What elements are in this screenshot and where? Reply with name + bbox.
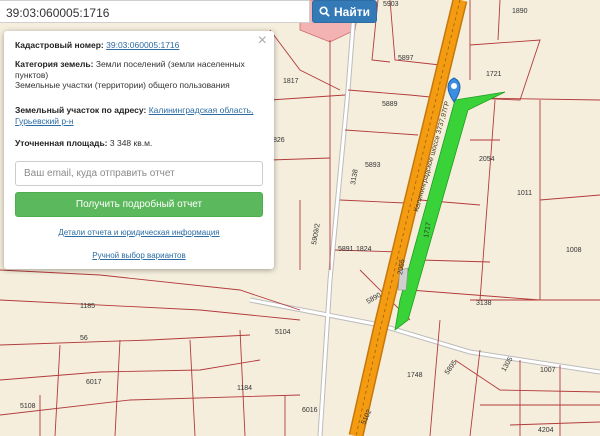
area-row: Уточненная площадь: 3 348 кв.м. — [15, 138, 265, 149]
cadastral-number-label: Кадастровый номер: — [15, 40, 104, 50]
address-row: Земельный участок по адресу: Калининград… — [15, 105, 265, 126]
plot-label: 5108 — [20, 403, 36, 410]
manual-selection-link[interactable]: Ручной выбор вариантов — [15, 251, 263, 260]
details-link[interactable]: Детали отчета и юридическая информация — [15, 228, 263, 237]
plot-label: 2054 — [479, 156, 495, 163]
search-input[interactable] — [0, 1, 310, 24]
search-bar — [0, 0, 310, 24]
plot-label: 4204 — [538, 427, 554, 434]
plot-label: 5903 — [383, 1, 399, 8]
land-use-row: Земельные участки (территории) общего по… — [15, 80, 265, 91]
area-label: Уточненная площадь: — [15, 138, 108, 148]
area-value: 3 348 кв.м. — [109, 138, 153, 148]
search-button[interactable]: Найти — [312, 0, 377, 23]
plot-label: 3138 — [476, 300, 492, 307]
plot-label: 5891 — [338, 246, 354, 253]
search-icon — [319, 6, 330, 17]
plot-label: 1011 — [517, 190, 532, 197]
plot-label: 1824 — [356, 246, 372, 253]
plot-label: 1748 — [407, 372, 423, 379]
plot-label: 5889 — [382, 101, 398, 108]
plot-label: 1721 — [486, 71, 502, 78]
email-input[interactable] — [15, 161, 263, 186]
plot-label: 5897 — [398, 55, 414, 62]
plot-label: 6016 — [302, 407, 318, 414]
land-category-label: Категория земель: — [15, 59, 94, 69]
plot-label: 1890 — [512, 8, 528, 15]
plot-label: 5893 — [365, 162, 381, 169]
plot-label: 1817 — [283, 78, 299, 85]
plot-label: 1184 — [237, 385, 252, 392]
land-use-value: Земельные участки (территории) общего по… — [15, 80, 230, 90]
search-button-label: Найти — [334, 4, 370, 19]
cadastral-number-link[interactable]: 39:03:060005:1716 — [106, 40, 179, 50]
plot-label: 6017 — [86, 379, 102, 386]
plot-label: 1185 — [80, 303, 95, 310]
land-category-row: Категория земель: Земли поселений (земли… — [15, 59, 265, 80]
plot-label: 5104 — [275, 329, 291, 336]
parcel-info-popup: × Кадастровый номер: 39:03:060005:1716 К… — [4, 31, 274, 269]
plot-label: 1007 — [540, 367, 556, 374]
plot-label: 1008 — [566, 247, 582, 254]
get-report-button-label: Получить подробный отчет — [75, 199, 203, 210]
address-label: Земельный участок по адресу: — [15, 105, 147, 115]
plot-label: 56 — [80, 335, 88, 342]
plot-label: 826 — [273, 137, 285, 144]
get-report-button[interactable]: Получить подробный отчет — [15, 192, 263, 217]
cadastral-number-row: Кадастровый номер: 39:03:060005:1716 — [15, 40, 265, 51]
